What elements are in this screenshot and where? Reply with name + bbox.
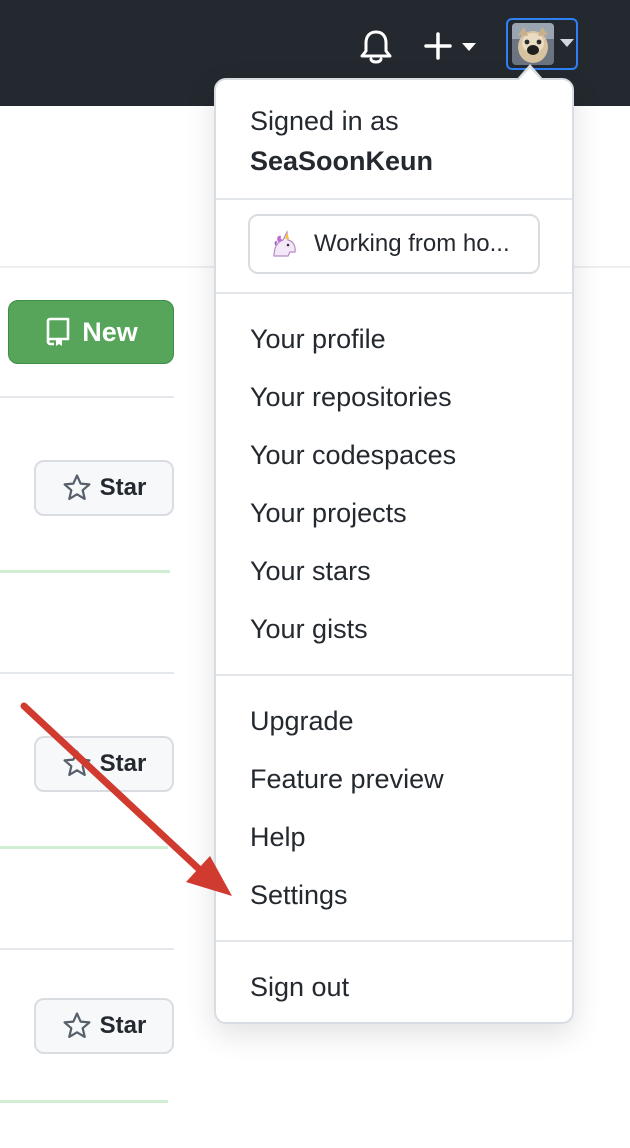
activity-graph-line xyxy=(0,570,170,573)
username: SeaSoonKeun xyxy=(250,146,434,176)
menu-item-upgrade[interactable]: Upgrade xyxy=(250,706,354,737)
plus-icon xyxy=(424,32,452,60)
star-label: Star xyxy=(99,1012,147,1039)
menu-item-your-gists[interactable]: Your gists xyxy=(250,614,368,645)
new-repository-button[interactable]: New xyxy=(8,300,174,364)
divider xyxy=(216,674,572,676)
new-button-label: New xyxy=(82,316,138,347)
star-button[interactable]: Star xyxy=(34,736,174,792)
create-new-button[interactable] xyxy=(424,30,480,64)
activity-graph-line xyxy=(0,846,168,849)
star-icon xyxy=(63,1012,91,1038)
menu-item-your-projects[interactable]: Your projects xyxy=(250,498,407,529)
star-icon xyxy=(63,750,91,776)
menu-item-your-repositories[interactable]: Your repositories xyxy=(250,382,452,413)
avatar[interactable] xyxy=(512,23,554,65)
divider xyxy=(0,948,174,950)
star-label: Star xyxy=(99,750,147,777)
user-dropdown-menu: Signed in as SeaSoonKeun Working from ho… xyxy=(214,64,574,1024)
menu-item-sign-out[interactable]: Sign out xyxy=(250,972,349,1003)
divider xyxy=(0,396,174,398)
chevron-down-icon xyxy=(560,39,574,47)
divider xyxy=(216,292,572,294)
menu-item-help[interactable]: Help xyxy=(250,822,306,853)
signed-in-label: Signed in as xyxy=(250,106,399,136)
star-icon xyxy=(63,474,91,500)
star-label: Star xyxy=(99,474,147,501)
star-button[interactable]: Star xyxy=(34,998,174,1054)
menu-item-your-stars[interactable]: Your stars xyxy=(250,556,371,587)
menu-item-your-codespaces[interactable]: Your codespaces xyxy=(250,440,456,471)
divider xyxy=(216,198,572,200)
star-button[interactable]: Star xyxy=(34,460,174,516)
bell-icon[interactable] xyxy=(358,28,394,66)
activity-graph-line xyxy=(0,1100,168,1103)
divider xyxy=(216,940,572,942)
set-status-button[interactable]: Working from ho... xyxy=(248,214,540,274)
status-text: Working from ho... xyxy=(314,230,510,257)
menu-item-your-profile[interactable]: Your profile xyxy=(250,324,386,355)
user-menu-button[interactable] xyxy=(506,18,578,70)
menu-item-settings[interactable]: Settings xyxy=(250,880,348,911)
menu-item-feature-preview[interactable]: Feature preview xyxy=(250,764,444,795)
chevron-down-icon xyxy=(462,43,476,51)
unicorn-icon xyxy=(268,228,300,260)
divider xyxy=(0,672,174,674)
repo-icon xyxy=(46,317,70,346)
